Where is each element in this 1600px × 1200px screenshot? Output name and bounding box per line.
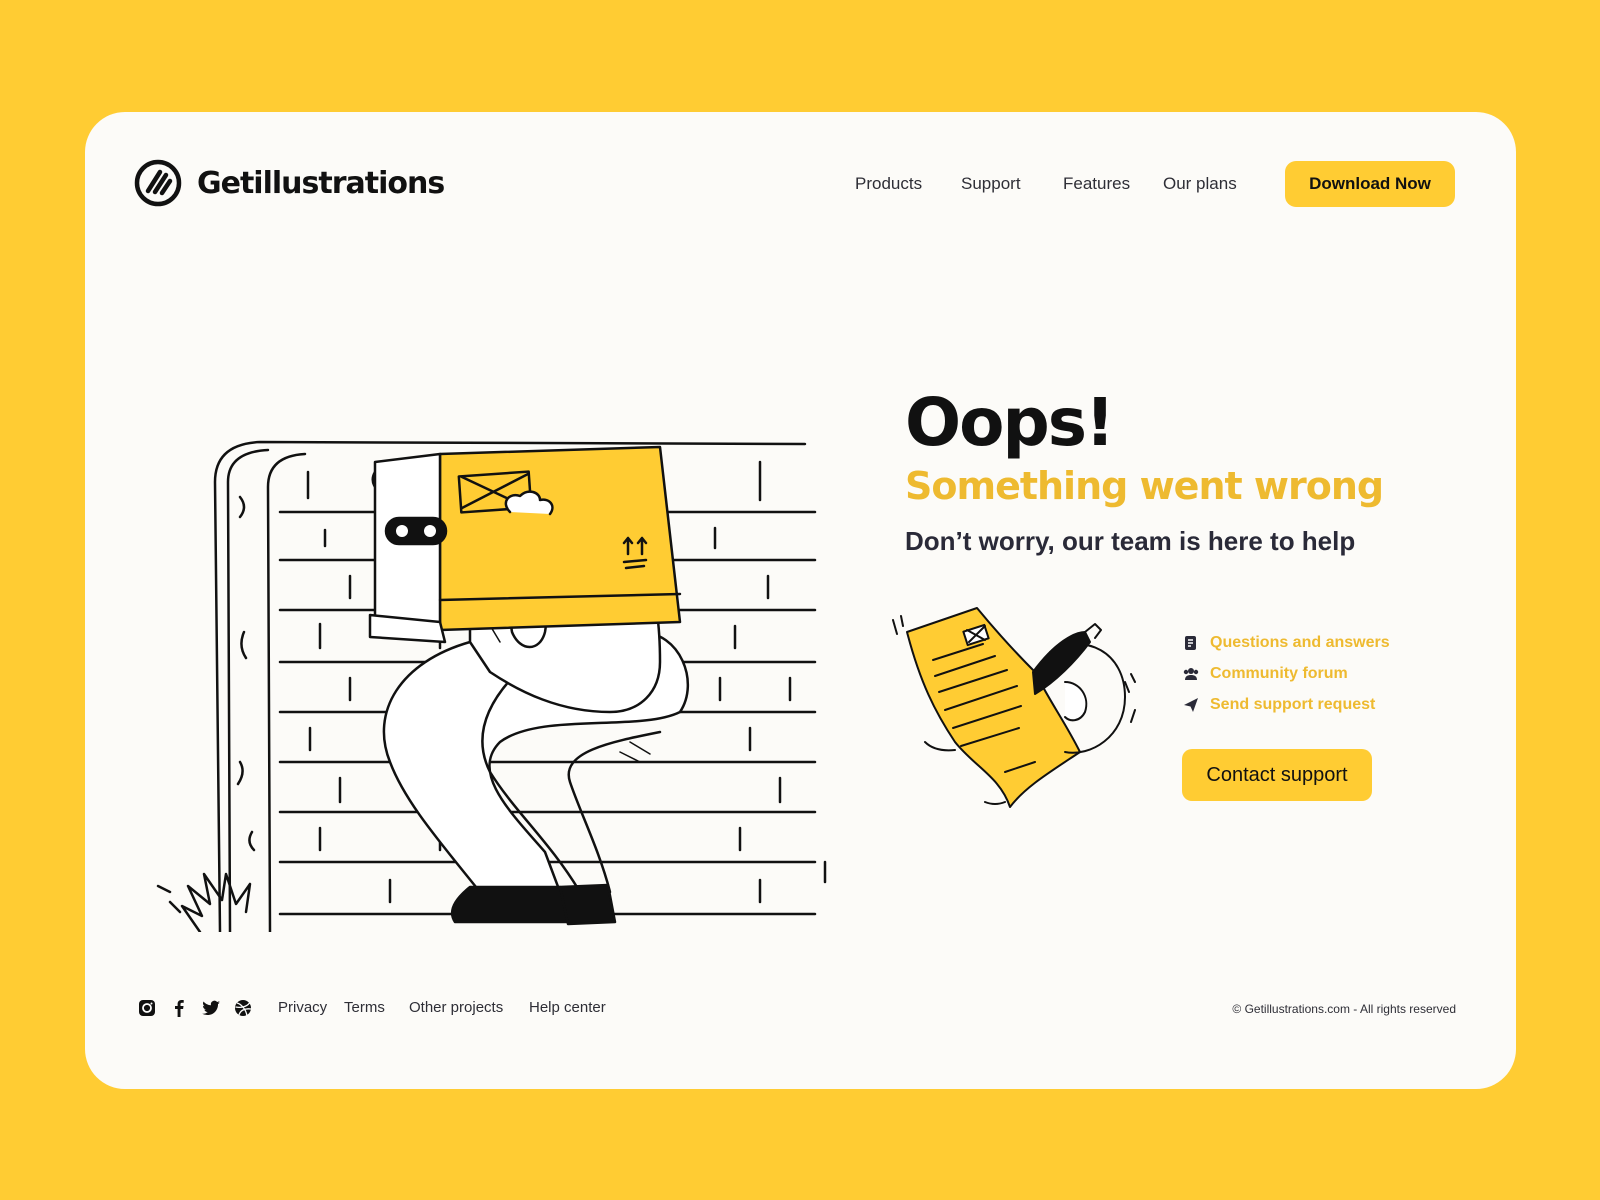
page-subtitle: Something went wrong bbox=[905, 464, 1384, 508]
social-links bbox=[137, 998, 265, 1018]
page-card: Getillustrations Products Support Featur… bbox=[85, 112, 1516, 1089]
link-community-forum[interactable]: Community forum bbox=[1182, 658, 1390, 689]
footer-link-other-projects[interactable]: Other projects bbox=[409, 999, 503, 1016]
page-tagline: Don’t worry, our team is here to help bbox=[905, 526, 1356, 556]
link-label: Send support request bbox=[1210, 695, 1376, 713]
facebook-icon[interactable] bbox=[169, 998, 189, 1018]
instagram-icon[interactable] bbox=[137, 998, 157, 1018]
copyright-text: © Getillustrations.com - All rights rese… bbox=[1232, 1002, 1456, 1016]
hiding-person-illustration bbox=[156, 440, 827, 932]
people-icon bbox=[1183, 667, 1199, 680]
footer-link-terms[interactable]: Terms bbox=[344, 999, 385, 1016]
contact-support-button[interactable]: Contact support bbox=[1182, 749, 1372, 801]
paper-plane-icon bbox=[1184, 697, 1198, 712]
link-questions-and-answers[interactable]: Questions and answers bbox=[1182, 627, 1390, 658]
link-label: Questions and answers bbox=[1210, 633, 1390, 651]
document-signing-illustration bbox=[892, 607, 1136, 808]
document-icon bbox=[1185, 635, 1196, 650]
link-label: Community forum bbox=[1210, 664, 1348, 682]
footer-link-privacy[interactable]: Privacy bbox=[278, 999, 327, 1016]
nav-item-support[interactable]: Support bbox=[961, 174, 1021, 194]
link-send-support-request[interactable]: Send support request bbox=[1182, 689, 1390, 720]
download-now-button[interactable]: Download Now bbox=[1285, 161, 1455, 207]
help-links: Questions and answers Community forum Se… bbox=[1182, 627, 1390, 720]
page-title: Oops! bbox=[905, 384, 1115, 461]
nav-item-products[interactable]: Products bbox=[855, 174, 922, 194]
footer-link-help-center[interactable]: Help center bbox=[529, 999, 606, 1016]
nav-item-features[interactable]: Features bbox=[1063, 174, 1130, 194]
nav-item-our-plans[interactable]: Our plans bbox=[1163, 174, 1237, 194]
twitter-icon[interactable] bbox=[201, 998, 221, 1018]
dribbble-icon[interactable] bbox=[233, 998, 253, 1018]
